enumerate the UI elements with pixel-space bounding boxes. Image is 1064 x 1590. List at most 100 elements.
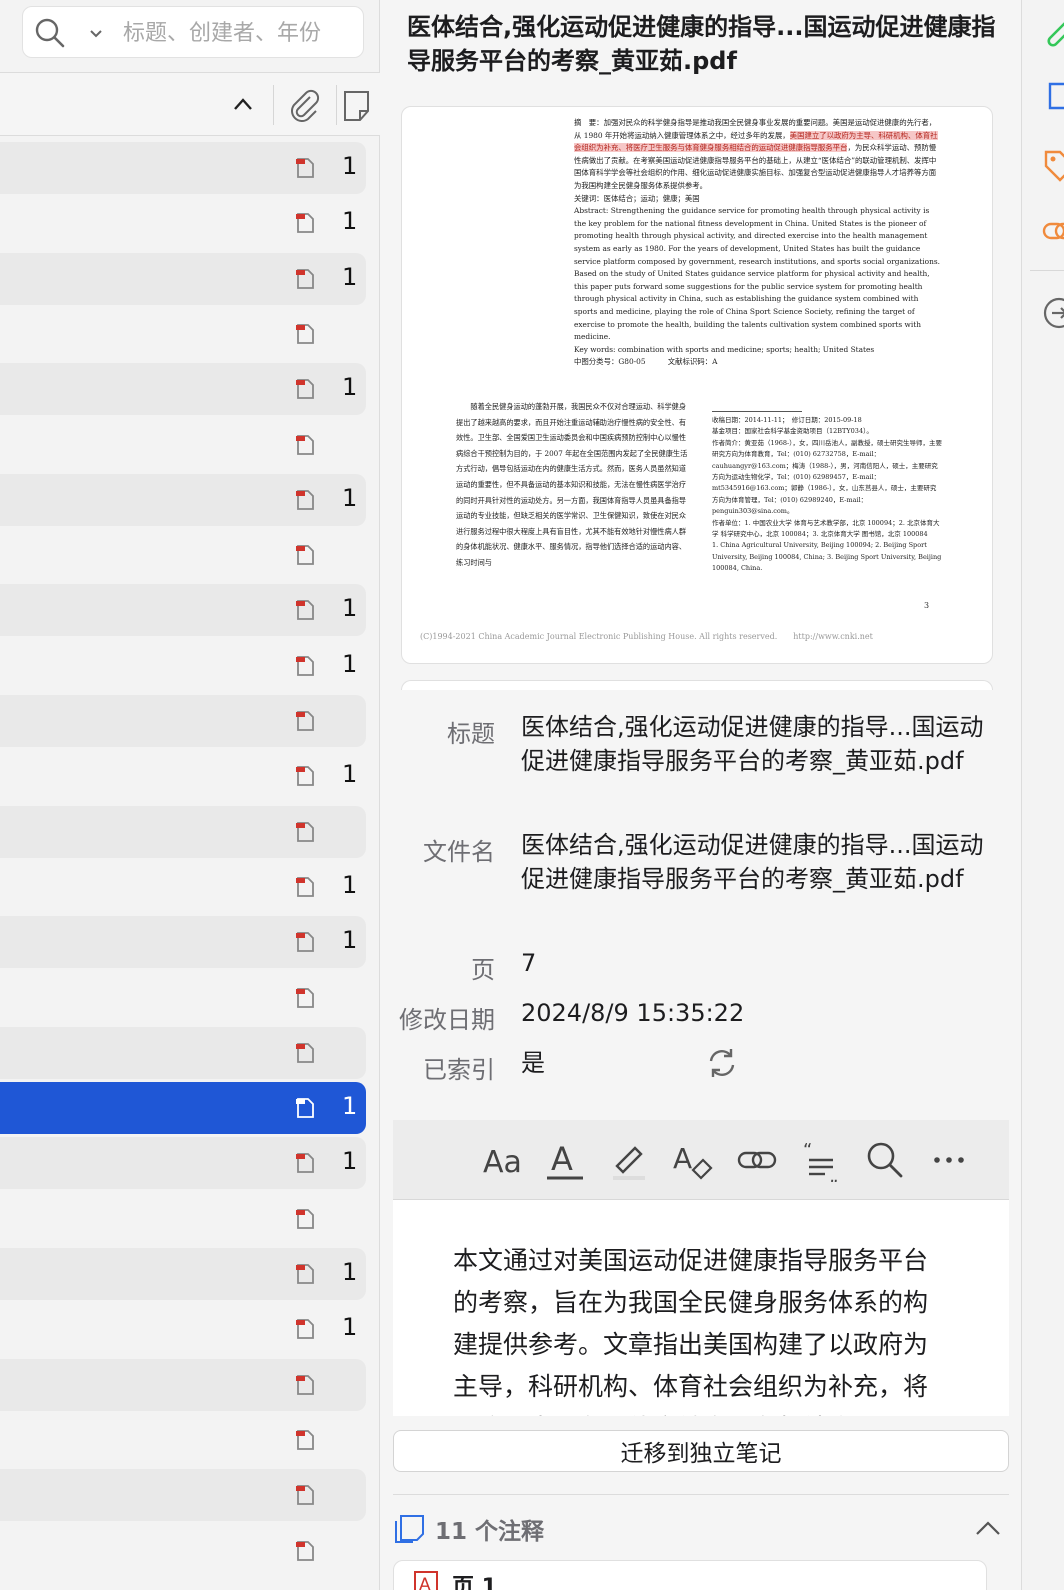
preview-copyright: (C)1994-2021 China Academic Journal Elec… bbox=[420, 632, 873, 641]
item-row[interactable]: 1 bbox=[0, 1137, 366, 1190]
pdf-attachment-icon[interactable] bbox=[294, 1097, 316, 1119]
pdf-attachment-icon[interactable] bbox=[294, 987, 316, 1009]
item-row[interactable]: 1 bbox=[0, 1248, 366, 1300]
item-row[interactable] bbox=[0, 308, 366, 360]
tags-icon[interactable] bbox=[1042, 148, 1064, 182]
item-row[interactable] bbox=[0, 1469, 366, 1522]
pdf-attachment-icon[interactable] bbox=[294, 157, 316, 179]
item-row[interactable] bbox=[0, 972, 366, 1024]
pdf-attachment-icon[interactable] bbox=[294, 212, 316, 234]
notes-icon[interactable] bbox=[1042, 80, 1064, 114]
item-row[interactable]: 1 bbox=[0, 584, 366, 637]
search-box[interactable] bbox=[22, 6, 364, 58]
migrate-to-standalone-note-button[interactable]: 迁移到独立笔记 bbox=[393, 1430, 1009, 1472]
item-row[interactable] bbox=[0, 1525, 366, 1577]
pdf-attachment-icon[interactable] bbox=[294, 1484, 316, 1506]
svg-text:A: A bbox=[419, 1575, 431, 1590]
item-row[interactable]: 1 bbox=[0, 473, 366, 526]
pdf-attachment-icon[interactable] bbox=[294, 655, 316, 677]
pdf-attachment-icon[interactable] bbox=[294, 1429, 316, 1451]
meta-pages-value: 7 bbox=[521, 949, 537, 977]
pdf-attachment-icon[interactable] bbox=[294, 1318, 316, 1340]
search-icon[interactable] bbox=[33, 17, 69, 49]
pdf-attachment-icon[interactable] bbox=[294, 489, 316, 511]
chevron-up-icon[interactable] bbox=[975, 1520, 1001, 1536]
highlight-icon[interactable] bbox=[607, 1138, 651, 1182]
annotation-item[interactable]: A 页 1 bbox=[393, 1560, 987, 1590]
item-row[interactable]: 1 bbox=[0, 861, 366, 913]
pdf-attachment-icon[interactable] bbox=[294, 1540, 316, 1562]
pdf-attachment-icon[interactable] bbox=[294, 544, 316, 566]
item-row[interactable] bbox=[0, 1026, 366, 1079]
pdf-attachment-icon[interactable] bbox=[294, 710, 316, 732]
item-row[interactable]: 1 bbox=[0, 1303, 366, 1355]
meta-title-value[interactable]: 医体结合,强化运动促进健康的指导...国运动促进健康指导服务平台的考察_黄亚茹.… bbox=[521, 710, 991, 778]
svg-text:A: A bbox=[551, 1140, 573, 1178]
item-row[interactable] bbox=[0, 695, 366, 747]
notes-count: 1 bbox=[342, 1147, 358, 1176]
pdf-attachment-icon[interactable] bbox=[294, 1042, 316, 1064]
pdf-attachment-icon[interactable] bbox=[294, 876, 316, 898]
text-annotation-icon: A bbox=[414, 1571, 438, 1590]
locate-icon[interactable] bbox=[1042, 296, 1064, 330]
column-divider bbox=[336, 85, 337, 125]
item-row[interactable] bbox=[0, 1358, 366, 1411]
notes-count: 1 bbox=[342, 870, 358, 899]
annotations-header[interactable]: 11 个注释 bbox=[393, 1508, 1009, 1548]
item-row[interactable]: 1 bbox=[0, 252, 366, 305]
meta-filename-label: 文件名 bbox=[423, 838, 495, 866]
pdf-attachment-icon[interactable] bbox=[294, 765, 316, 787]
pdf-attachment-icon[interactable] bbox=[294, 434, 316, 456]
clear-format-icon[interactable]: A bbox=[671, 1138, 715, 1182]
pdf-attachment-icon[interactable] bbox=[294, 1374, 316, 1396]
item-row[interactable]: 1 bbox=[0, 363, 366, 416]
related-icon[interactable] bbox=[1042, 214, 1064, 248]
preview-footnote-rule bbox=[712, 411, 802, 412]
attachments-icon[interactable] bbox=[1042, 16, 1064, 50]
item-row[interactable]: 1 bbox=[0, 1082, 366, 1135]
search-input[interactable] bbox=[123, 17, 353, 49]
item-row[interactable]: 1 bbox=[0, 750, 366, 802]
insert-citation-icon[interactable]: “ „ bbox=[799, 1138, 843, 1182]
pdf-attachment-icon[interactable] bbox=[294, 1208, 316, 1230]
item-row[interactable]: 1 bbox=[0, 916, 366, 969]
pdf-attachment-icon[interactable] bbox=[294, 1263, 316, 1285]
svg-text:Aa: Aa bbox=[483, 1145, 522, 1180]
preview-page-number: 3 bbox=[924, 601, 930, 610]
preview-footnotes: 收稿日期：2014-11-11； 修订日期：2015-09-18 基金项目：国家… bbox=[712, 416, 942, 573]
meta-filename-value[interactable]: 医体结合,强化运动促进健康的指导...国运动促进健康指导服务平台的考察_黄亚茹.… bbox=[521, 828, 991, 896]
pdf-attachment-icon[interactable] bbox=[294, 931, 316, 953]
sort-ascending-icon[interactable] bbox=[232, 95, 254, 113]
pdf-preview-next-page[interactable] bbox=[401, 680, 993, 690]
attachment-column-icon[interactable] bbox=[288, 89, 322, 123]
pdf-attachment-icon[interactable] bbox=[294, 378, 316, 400]
font-size-icon[interactable]: Aa bbox=[481, 1138, 525, 1182]
item-row[interactable]: 1 bbox=[0, 640, 366, 692]
chevron-down-icon[interactable] bbox=[89, 29, 103, 39]
pdf-attachment-icon[interactable] bbox=[294, 268, 316, 290]
note-toolbar: Aa A A “ „ bbox=[393, 1120, 1009, 1200]
item-row[interactable] bbox=[0, 1193, 366, 1245]
pdf-preview[interactable]: 摘 要：加强对民众的科学健身指导是推动我国全民健身事业发展的重要问题。美国是运动… bbox=[401, 106, 993, 664]
reindex-icon[interactable] bbox=[705, 1046, 739, 1080]
column-divider bbox=[273, 85, 274, 125]
pdf-attachment-icon[interactable] bbox=[294, 323, 316, 345]
item-row[interactable] bbox=[0, 419, 366, 471]
item-row[interactable] bbox=[0, 805, 366, 858]
note-editor[interactable]: 本文通过对美国运动促进健康指导服务平台的考察，旨在为我国全民健身服务体系的构建提… bbox=[393, 1200, 1009, 1416]
svg-text:„: „ bbox=[829, 1166, 838, 1182]
pdf-attachment-icon[interactable] bbox=[294, 599, 316, 621]
link-icon[interactable] bbox=[735, 1138, 779, 1182]
more-options-icon[interactable] bbox=[927, 1138, 971, 1182]
item-row[interactable]: 1 bbox=[0, 142, 366, 194]
item-row[interactable] bbox=[0, 1414, 366, 1466]
item-row[interactable]: 1 bbox=[0, 197, 366, 249]
notes-column-icon[interactable] bbox=[342, 89, 370, 123]
text-color-icon[interactable]: A bbox=[543, 1138, 587, 1182]
pdf-attachment-icon[interactable] bbox=[294, 1152, 316, 1174]
sidenav bbox=[1021, 0, 1064, 1590]
find-icon[interactable] bbox=[863, 1138, 907, 1182]
item-row[interactable] bbox=[0, 529, 366, 581]
pdf-attachment-icon[interactable] bbox=[294, 821, 316, 843]
note-text[interactable]: 本文通过对美国运动促进健康指导服务平台的考察，旨在为我国全民健身服务体系的构建提… bbox=[453, 1240, 933, 1416]
